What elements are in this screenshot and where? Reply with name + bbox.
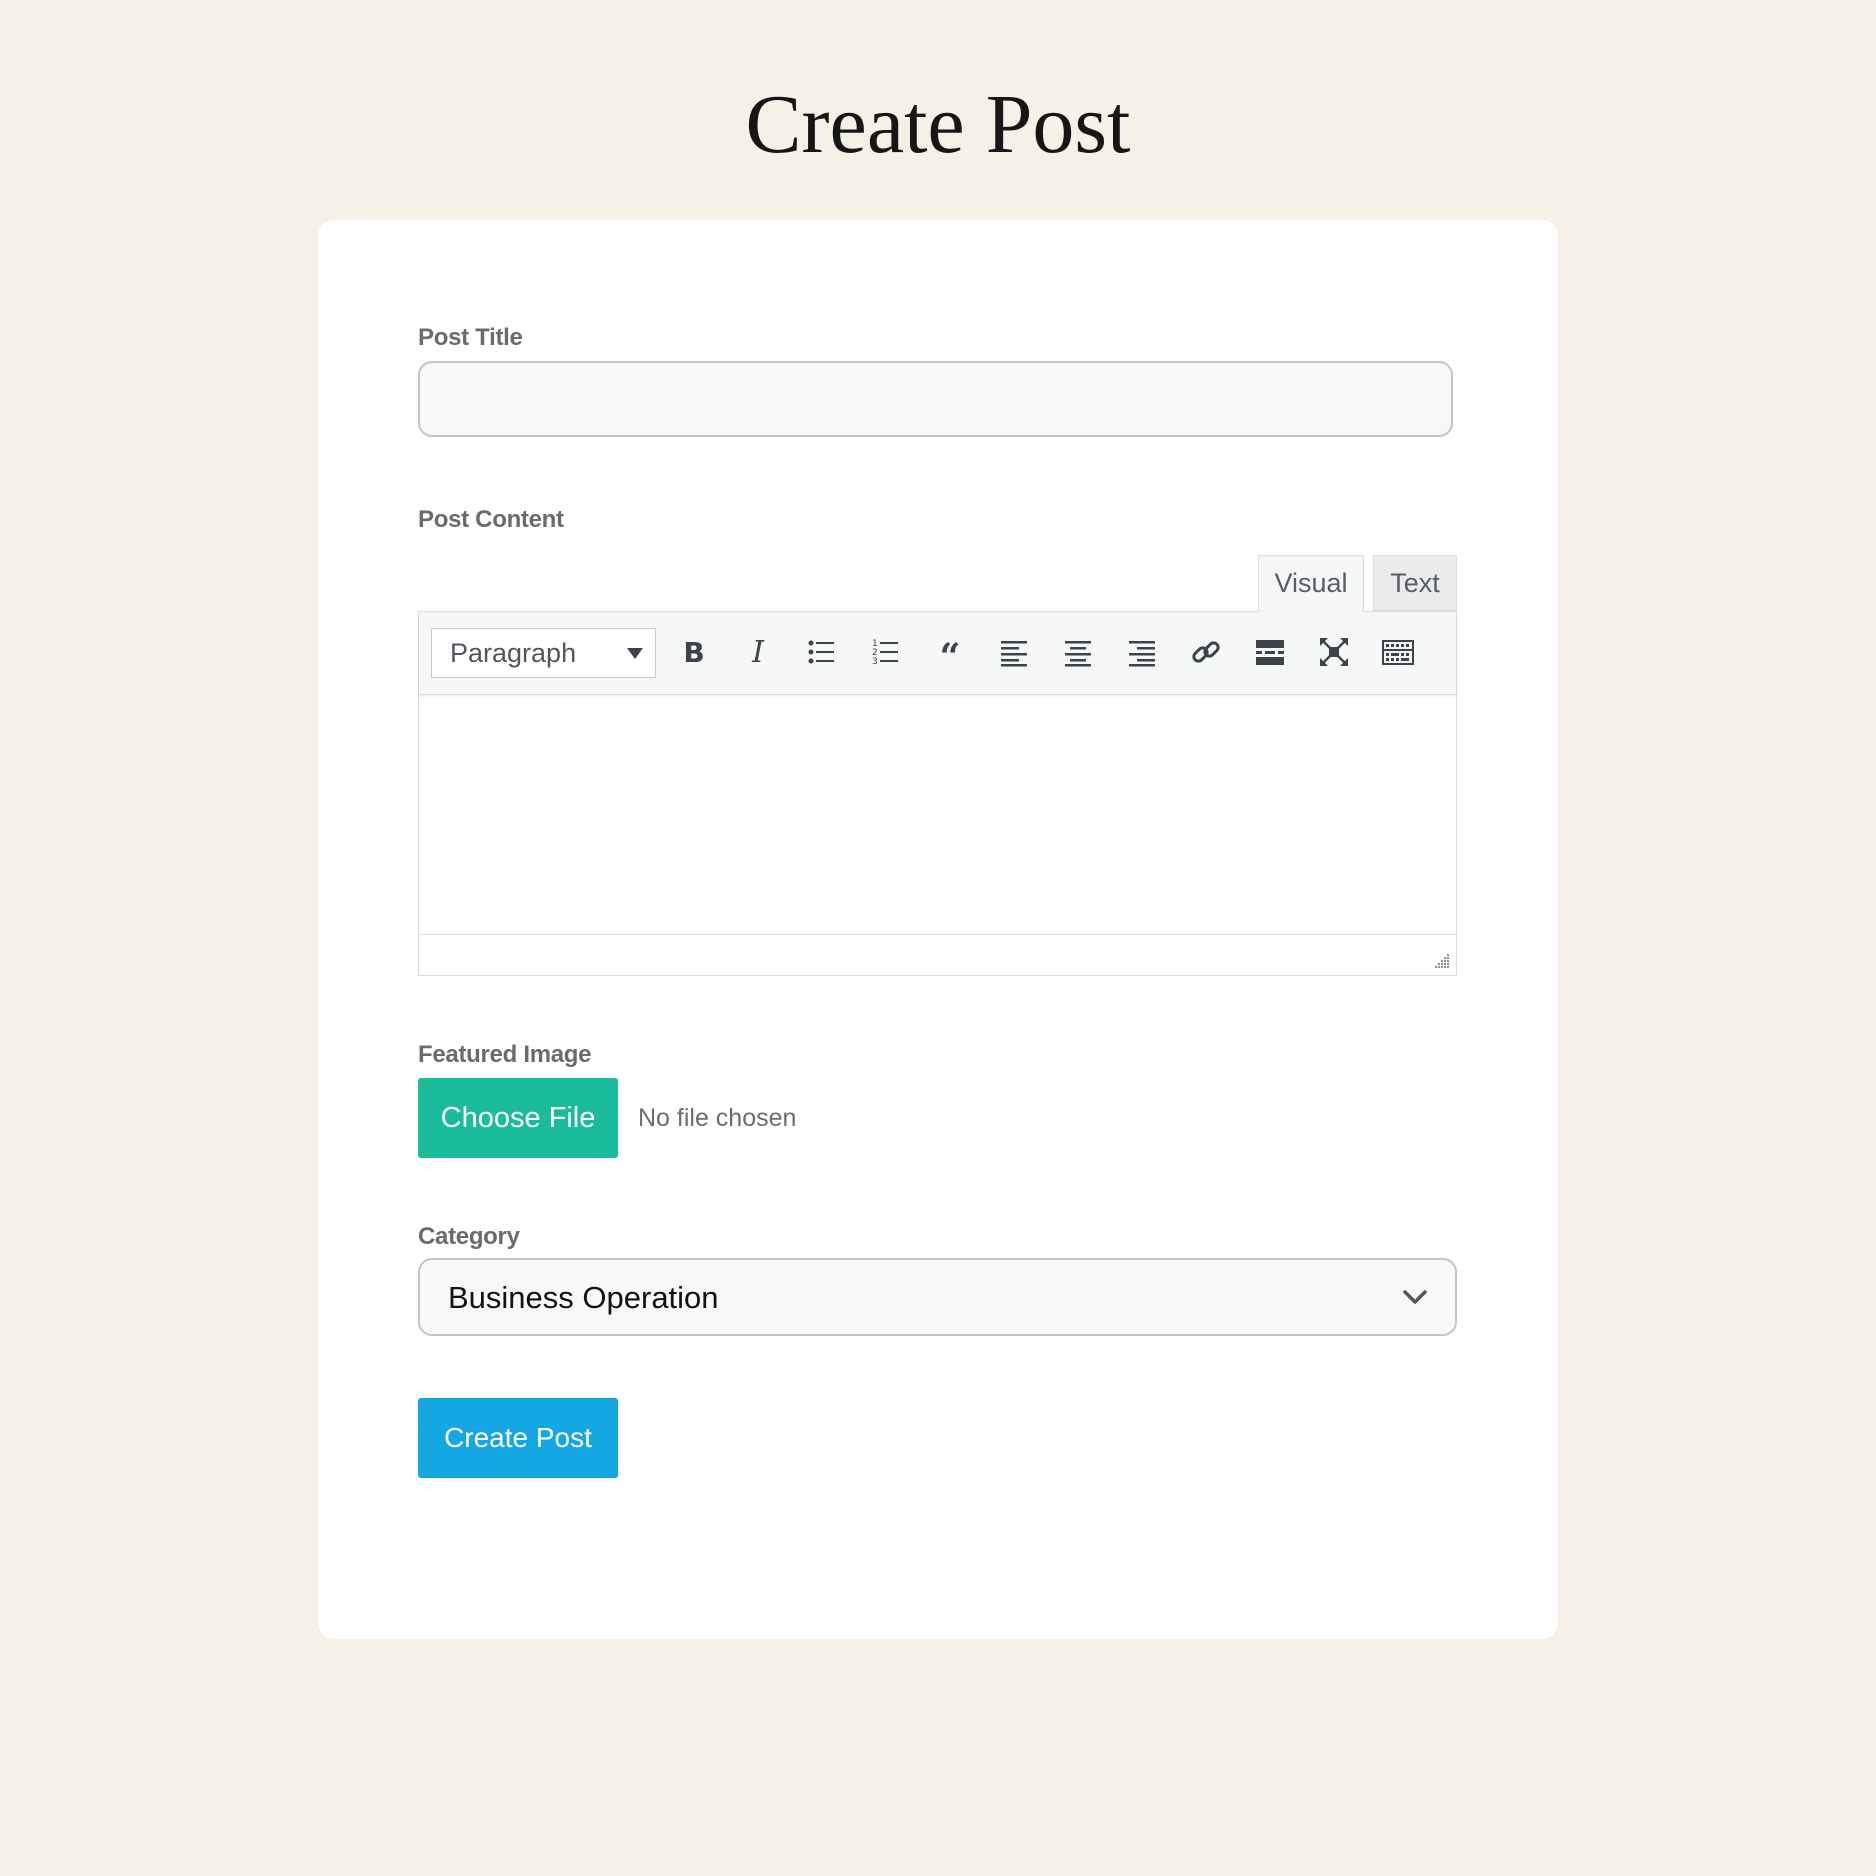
post-title-input[interactable]: [418, 361, 1453, 437]
link-button[interactable]: [1186, 632, 1226, 672]
rich-text-editor: Paragraph B I 1 2 3 “: [418, 611, 1457, 976]
bold-button[interactable]: B: [674, 632, 714, 672]
blockquote-icon: “: [940, 636, 961, 669]
editor-status-bar: [419, 934, 1456, 975]
read-more-icon: [1256, 640, 1284, 665]
page-title: Create Post: [745, 78, 1131, 171]
svg-text:B: B: [683, 636, 704, 669]
featured-image-label: Featured Image: [418, 1041, 592, 1068]
toolbar-toggle-icon: [1382, 640, 1414, 665]
italic-button[interactable]: I: [738, 632, 778, 672]
fullscreen-icon: [1320, 638, 1348, 666]
category-label: Category: [418, 1223, 520, 1250]
format-select[interactable]: Paragraph: [431, 628, 656, 678]
bold-icon: B: [683, 636, 704, 669]
svg-text:I: I: [751, 635, 765, 669]
caret-down-icon: [627, 648, 643, 659]
blockquote-button[interactable]: “: [930, 632, 970, 672]
editor-content-area[interactable]: [419, 695, 1456, 934]
chevron-down-icon: [1403, 1290, 1427, 1304]
align-center-icon: [1065, 641, 1091, 667]
align-left-button[interactable]: [994, 632, 1034, 672]
tab-text[interactable]: Text: [1373, 555, 1457, 611]
bulleted-list-icon: [808, 640, 834, 664]
svg-text:3: 3: [872, 657, 878, 667]
align-right-icon: [1129, 641, 1155, 667]
read-more-button[interactable]: [1250, 632, 1290, 672]
align-right-button[interactable]: [1122, 632, 1162, 672]
numbered-list-icon: 1 2 3: [872, 639, 898, 667]
link-icon: [1192, 641, 1220, 663]
editor-toolbar: Paragraph B I 1 2 3 “: [419, 612, 1456, 695]
post-content-label: Post Content: [418, 506, 564, 533]
align-center-button[interactable]: [1058, 632, 1098, 672]
bulleted-list-button[interactable]: [802, 632, 842, 672]
tab-visual[interactable]: Visual: [1258, 555, 1364, 612]
create-post-button[interactable]: Create Post: [418, 1398, 618, 1478]
create-post-form: Post Title Post Content Visual Text Para…: [318, 220, 1558, 1639]
post-title-label: Post Title: [418, 324, 523, 351]
file-status-text: No file chosen: [638, 1104, 797, 1132]
numbered-list-button[interactable]: 1 2 3: [866, 632, 906, 672]
choose-file-button[interactable]: Choose File: [418, 1078, 618, 1158]
svg-text:“: “: [940, 636, 961, 669]
format-select-value: Paragraph: [450, 638, 577, 668]
toolbar-toggle-button[interactable]: [1378, 632, 1418, 672]
italic-icon: I: [751, 635, 765, 669]
category-select-value: Business Operation: [448, 1280, 719, 1315]
fullscreen-button[interactable]: [1314, 632, 1354, 672]
category-select[interactable]: Business Operation: [418, 1258, 1457, 1336]
resize-handle-icon[interactable]: [1432, 951, 1450, 969]
align-left-icon: [1001, 641, 1027, 667]
